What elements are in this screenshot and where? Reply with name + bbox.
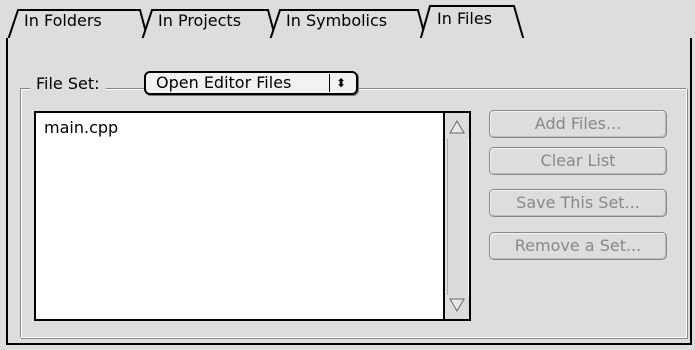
clear-list-button[interactable]: Clear List — [489, 147, 667, 175]
tab-in-projects[interactable]: In Projects — [158, 11, 241, 31]
tab-in-folders[interactable]: In Folders — [24, 11, 102, 31]
remove-set-button[interactable]: Remove a Set... — [489, 232, 667, 260]
scroll-track[interactable] — [447, 139, 469, 295]
tab-in-symbolics[interactable]: In Symbolics — [286, 11, 387, 31]
tab-in-files[interactable]: In Files — [437, 9, 492, 29]
tab-bar: In Folders In Projects In Symbolics In F… — [0, 0, 695, 42]
scroll-up-arrow-icon[interactable] — [445, 115, 469, 139]
file-set-label: File Set: — [30, 73, 106, 95]
file-set-popup-value: Open Editor Files — [156, 73, 292, 92]
add-files-button[interactable]: Add Files... — [489, 110, 667, 138]
file-list[interactable]: main.cpp — [34, 111, 471, 321]
list-item[interactable]: main.cpp — [44, 118, 118, 138]
save-set-button[interactable]: Save This Set... — [489, 189, 667, 217]
up-down-arrows-icon: ⬍ — [329, 74, 352, 92]
scroll-down-arrow-icon[interactable] — [445, 293, 469, 317]
file-set-popup[interactable]: Open Editor Files ⬍ — [144, 71, 358, 95]
vertical-scrollbar[interactable] — [443, 113, 469, 319]
